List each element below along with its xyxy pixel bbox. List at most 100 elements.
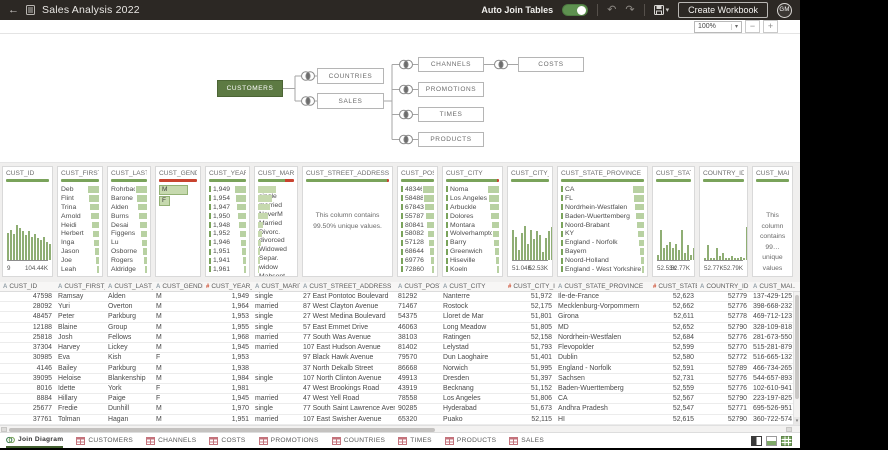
column-header-cust-gender[interactable]: ACUST_GENDER [153,282,203,291]
diagram-node-sales[interactable]: SALES [317,93,384,109]
column-header-cust-first[interactable]: ACUST_FIRST_... [55,282,105,291]
join-node-icon[interactable] [301,96,316,106]
tab-join-diagram[interactable]: Join Diagram [6,433,64,448]
join-diagram-canvas[interactable]: CUSTOMERS COUNTRIES SALES CHANNELS PROMOTION… [0,34,800,162]
diagram-node-promotions[interactable]: PROMOTIONS [418,82,484,97]
diagram-node-products[interactable]: PRODUCTS [418,132,484,147]
table-row[interactable]: 30985 Eva Kish F 1,953 97 Black Hawk Avenue 79… [0,353,800,364]
column-header-cust-city-id[interactable]: # CUST_CITY_ID [505,282,555,291]
diagram-node-channels[interactable]: CHANNELS [418,57,484,72]
join-node-icon[interactable] [399,109,414,120]
column-card-cust-main[interactable]: CUST_MAIN_... This column contains 99… un… [752,166,793,277]
table-row[interactable]: 37304 Harvey Lickey M 1,945 married 107 East H… [0,343,800,354]
column-header-cust-state[interactable]: #CUST_STATE_... [650,282,697,291]
join-node-icon[interactable] [494,59,509,70]
column-header-cust-post[interactable]: ACUST_POST... [395,282,440,291]
column-name: CUST_ID [9,283,38,290]
column-card-cust-gender[interactable]: CUST_GENDER MF [155,166,201,277]
table-row[interactable]: 25677 Fredie Dunhill M 1,970 single 77 South S… [0,404,800,415]
tab-label: PROMOTIONS [270,437,319,444]
join-node-icon[interactable] [399,134,414,145]
zoom-out-button[interactable]: − [745,20,760,33]
column-header-cust-id[interactable]: A CUST_ID [0,282,55,291]
horizontal-scrollbar[interactable] [0,425,800,433]
zoom-select[interactable]: 100% ▾ [694,20,742,33]
column-header-cust-street-address[interactable]: A CUST_STREET_ADDRESS [300,282,395,291]
tab-costs[interactable]: COSTS [209,433,245,448]
column-card-cust-postal[interactable]: CUST_POSTAL_... 4834658488678435578780841… [397,166,438,277]
table-row[interactable]: 25818 Josh Fellows M 1,968 married 77 South Wa… [0,333,800,344]
table-cell: 1,945 [231,395,249,403]
funnel-bar [430,248,434,255]
grid-view-icon[interactable] [781,435,792,446]
column-card-cust-state-province[interactable]: CUST_STATE_PROVINCE CA FL Nordrhein-Westfal… [557,166,648,277]
split-view-icon[interactable] [751,435,762,446]
table-cell: 52,615 [672,415,694,423]
user-avatar[interactable]: GM [777,2,792,18]
column-card-country-id[interactable]: COUNTRY_ID 52.77K 52.79K [699,166,748,277]
column-card-cust-state-pr[interactable]: CUST_STATE_PR... 52.53K52.77K [652,166,695,277]
scroll-right-button[interactable] [786,427,792,432]
column-header-cust-last[interactable]: ACUST_LAST_... [105,282,153,291]
scroll-down-icon[interactable]: ▾ [794,417,800,425]
funnel-bar [429,239,434,247]
table-cell: 57 East Emmet Drive [303,323,369,331]
tab-channels[interactable]: CHANNELS [146,433,196,448]
join-node-icon[interactable] [399,59,414,70]
table-row[interactable]: 12188 Blaine Group M 1,955 single 57 East Emme… [0,323,800,333]
zoom-in-button[interactable]: + [763,20,778,33]
column-card-cust-year-of[interactable]: CUST_YEAR_OF_...1,9491,9541,9471,9501,94… [205,166,250,277]
auto-join-toggle[interactable] [562,4,589,16]
column-card-cust-city[interactable]: CUST_CITY Noma Los Angeles Arbuckle Dolores M… [442,166,503,277]
column-header-cust-city[interactable]: A CUST_CITY [440,282,505,291]
diagram-node-times[interactable]: TIMES [418,107,484,122]
tab-countries[interactable]: COUNTRIES [331,433,386,448]
table-row[interactable]: 37761 Tolman Hagan M 1,951 married 107 East Sw… [0,415,800,425]
column-header-country-id[interactable]: A COUNTRY_ID [697,282,750,291]
frequency-bar [258,257,260,264]
table-row[interactable]: 39095 Heloise Blankenship M 1,984 single 107 N… [0,374,800,384]
table-cell: 51,152 [530,384,552,392]
column-card-cust-last-na[interactable]: CUST_LAST_NA... RohrbackBaroneAldenBurnsD… [107,166,151,277]
column-header-cust-marit[interactable]: ACUST_MARIT... [252,282,300,291]
join-node-icon[interactable] [399,84,414,95]
horizontal-scroll-thumb[interactable] [9,427,435,432]
column-card-cust-city-id[interactable]: CUST_CITY_ID 51.04K52.53K [507,166,553,277]
create-workbook-button[interactable]: Create Workbook [678,2,768,18]
card-body: 9 104.44K [6,185,51,272]
table-row[interactable]: 48457 Peter Parkburg M 1,953 single 27 West Me… [0,312,800,323]
column-header-cust-state-province[interactable]: A CUST_STATE_PROVINCE [555,282,650,291]
diagram-node-costs[interactable]: COSTS [518,57,584,72]
tab-times[interactable]: TIMES [398,433,432,448]
table-row[interactable]: 47598 Ramsay Alden M 1,949 single 27 East Pont… [0,292,800,303]
tab-promotions[interactable]: PROMOTIONS [258,433,319,448]
diagram-node-customers[interactable]: CUSTOMERS [217,80,283,97]
table-cell: 25677 [32,405,52,413]
list-item: Herbert [61,229,99,238]
table-cell: Bailey [58,364,77,372]
redo-icon[interactable]: ↷ [625,4,634,16]
vertical-scrollbar[interactable]: ▾ [793,292,800,425]
canvas-view-icon[interactable] [766,435,777,446]
diagram-node-countries[interactable]: COUNTRIES [317,68,384,84]
tab-sales[interactable]: SALES [509,433,544,448]
column-card-cust-street-address[interactable]: CUST_STREET_ADDRESS This column contains … [302,166,393,277]
vertical-scroll-thumb[interactable] [795,295,799,399]
table-row[interactable]: 28092 Yuri Overton M 1,964 married 87 West Cla… [0,302,800,313]
column-header-cust-year[interactable]: #CUST_YEAR_... [203,282,252,291]
table-cell: Fredie [58,405,78,413]
table-row[interactable]: 4146 Bailey Parkburg M 1,938 37 North Dekalb … [0,364,800,374]
undo-icon[interactable]: ↶ [607,4,616,16]
scroll-left-button[interactable] [1,427,7,432]
column-card-cust-first-n[interactable]: CUST_FIRST_N... DebFlintTrinaArnoldHeidiH… [57,166,103,277]
column-card-cust-marital[interactable]: CUST_MARITAL...singlemarriedNeverMMarrie… [254,166,298,277]
back-icon[interactable]: ← [8,4,19,16]
save-menu[interactable]: ▾ [653,5,669,15]
table-row[interactable]: 8016 Idette York F 1,981 47 West Brookings Ro… [0,384,800,395]
tab-products[interactable]: PRODUCTS [444,433,496,448]
table-row[interactable]: 8884 Hillary Paige F 1,945 married 47 West Yel… [0,394,800,405]
tab-customers[interactable]: CUSTOMERS [76,433,133,448]
join-node-icon[interactable] [301,71,316,81]
column-header-cust-mai[interactable]: A CUST_MAI... [750,282,795,291]
column-card-cust-id[interactable]: CUST_ID 9 104.44K [2,166,53,277]
